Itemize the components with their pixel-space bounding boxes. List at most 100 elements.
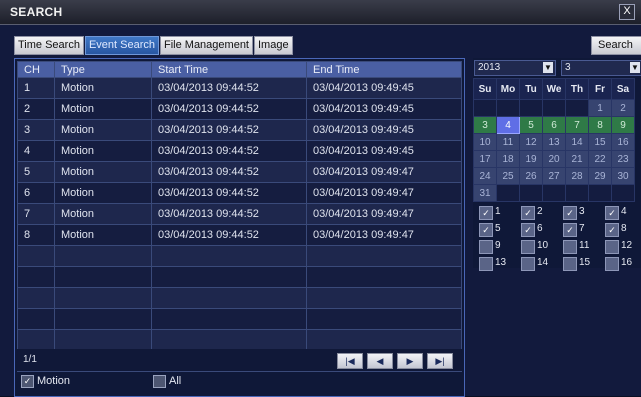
channel-checkbox-item[interactable]: ✓ 2 [519,205,555,220]
calendar-day[interactable]: 24 [473,167,497,185]
calendar-day[interactable]: 17 [473,150,497,168]
channel-checkbox-item[interactable]: ✓ 8 [603,222,639,237]
table-row[interactable]: 2 Motion 03/04/2013 09:44:52 03/04/2013 09:… [17,98,462,120]
channel-checkbox[interactable]: ✓ [563,206,577,220]
calendar-day[interactable]: 21 [565,150,589,168]
cell-ch: 2 [17,98,55,120]
channel-checkbox-item[interactable]: 10 [519,239,555,254]
tab-time-search[interactable]: Time Search [14,36,84,55]
calendar-day[interactable]: 15 [588,133,612,151]
channel-checkbox-item[interactable]: ✓ 4 [603,205,639,220]
calendar-day[interactable]: 18 [496,150,520,168]
channel-checkbox[interactable]: ✓ [605,223,619,237]
channel-label: 9 [495,240,501,251]
calendar-day[interactable]: 26 [519,167,543,185]
tab-event-search[interactable]: Event Search [84,36,159,55]
channel-checkbox[interactable]: ✓ [479,206,493,220]
table-row[interactable]: 8 Motion 03/04/2013 09:44:52 03/04/2013 09:… [17,224,462,246]
calendar-day[interactable]: 27 [542,167,566,185]
month-select[interactable]: 3 ▼ [561,60,641,76]
table-row[interactable]: 3 Motion 03/04/2013 09:44:52 03/04/2013 09:… [17,119,462,141]
calendar-day[interactable]: 5 [519,116,543,134]
tab-image[interactable]: Image [254,36,293,55]
channel-checkbox[interactable] [521,240,535,254]
channel-checkbox[interactable]: ✓ [521,223,535,237]
table-row[interactable] [17,287,462,309]
cell-type: Motion [54,77,152,99]
channel-checkbox[interactable] [563,257,577,271]
calendar-day[interactable]: 9 [611,116,635,134]
channel-checkbox-item[interactable]: 13 [477,256,513,271]
channel-checkbox-item[interactable]: 11 [561,239,597,254]
calendar-day[interactable]: 10 [473,133,497,151]
channel-checkbox-item[interactable]: 16 [603,256,639,271]
calendar-day[interactable]: 2 [611,99,635,117]
table-row[interactable] [17,308,462,330]
close-button[interactable]: X [619,4,635,20]
motion-checkbox[interactable]: ✓ [21,375,34,388]
cell-type: Motion [54,161,152,183]
table-row[interactable]: 6 Motion 03/04/2013 09:44:52 03/04/2013 09:… [17,182,462,204]
channel-checkbox[interactable]: ✓ [479,223,493,237]
first-page-button[interactable]: |◀ [337,353,363,369]
calendar-day[interactable]: 3 [473,116,497,134]
calendar-day[interactable]: 30 [611,167,635,185]
channel-checkbox[interactable]: ✓ [605,206,619,220]
channel-checkbox[interactable] [479,240,493,254]
channel-checkbox-item[interactable]: 15 [561,256,597,271]
calendar-empty-cell [565,99,589,117]
calendar-day[interactable]: 4 [496,116,520,134]
calendar-day[interactable]: 20 [542,150,566,168]
table-row[interactable]: 1 Motion 03/04/2013 09:44:52 03/04/2013 09:… [17,77,462,99]
calendar-day[interactable]: 31 [473,184,497,202]
calendar-day[interactable]: 14 [565,133,589,151]
cell-start-time [151,266,307,288]
table-row[interactable] [17,329,462,351]
channel-checkbox[interactable] [605,240,619,254]
table-row[interactable]: 7 Motion 03/04/2013 09:44:52 03/04/2013 09:… [17,203,462,225]
table-row[interactable]: 4 Motion 03/04/2013 09:44:52 03/04/2013 09:… [17,140,462,162]
prev-page-button[interactable]: ◀ [367,353,393,369]
calendar-day[interactable]: 6 [542,116,566,134]
search-button[interactable]: Search [591,36,641,55]
channel-checkbox[interactable]: ✓ [521,206,535,220]
channel-checkbox[interactable] [563,240,577,254]
table-row[interactable] [17,266,462,288]
channel-checkbox-item[interactable]: ✓ 3 [561,205,597,220]
tab-file-management[interactable]: File Management [160,36,253,55]
cell-ch: 8 [17,224,55,246]
next-page-button[interactable]: ▶ [397,353,423,369]
channel-checkbox-item[interactable]: 12 [603,239,639,254]
calendar-day[interactable]: 19 [519,150,543,168]
calendar-day[interactable]: 11 [496,133,520,151]
calendar-day[interactable]: 7 [565,116,589,134]
calendar-day[interactable]: 16 [611,133,635,151]
channel-checkbox-item[interactable]: ✓ 7 [561,222,597,237]
channel-checkbox-item[interactable]: ✓ 6 [519,222,555,237]
calendar-empty-cell [519,184,543,202]
channel-checkbox-item[interactable]: ✓ 1 [477,205,513,220]
calendar-day[interactable]: 1 [588,99,612,117]
all-checkbox[interactable] [153,375,166,388]
channel-checkbox[interactable] [521,257,535,271]
calendar-day[interactable]: 28 [565,167,589,185]
calendar-day[interactable]: 12 [519,133,543,151]
cell-end-time [306,266,462,288]
year-select[interactable]: 2013 ▼ [474,60,556,76]
calendar-day[interactable]: 8 [588,116,612,134]
table-row[interactable]: 5 Motion 03/04/2013 09:44:52 03/04/2013 09:… [17,161,462,183]
channel-checkbox-item[interactable]: 14 [519,256,555,271]
cell-type [54,308,152,330]
channel-checkbox-item[interactable]: 9 [477,239,513,254]
channel-checkbox-item[interactable]: ✓ 5 [477,222,513,237]
last-page-button[interactable]: ▶| [427,353,453,369]
calendar-day[interactable]: 29 [588,167,612,185]
calendar-day[interactable]: 13 [542,133,566,151]
channel-checkbox[interactable] [605,257,619,271]
channel-checkbox[interactable] [479,257,493,271]
calendar-day[interactable]: 25 [496,167,520,185]
calendar-day[interactable]: 22 [588,150,612,168]
table-row[interactable] [17,245,462,267]
calendar-day[interactable]: 23 [611,150,635,168]
channel-checkbox[interactable]: ✓ [563,223,577,237]
